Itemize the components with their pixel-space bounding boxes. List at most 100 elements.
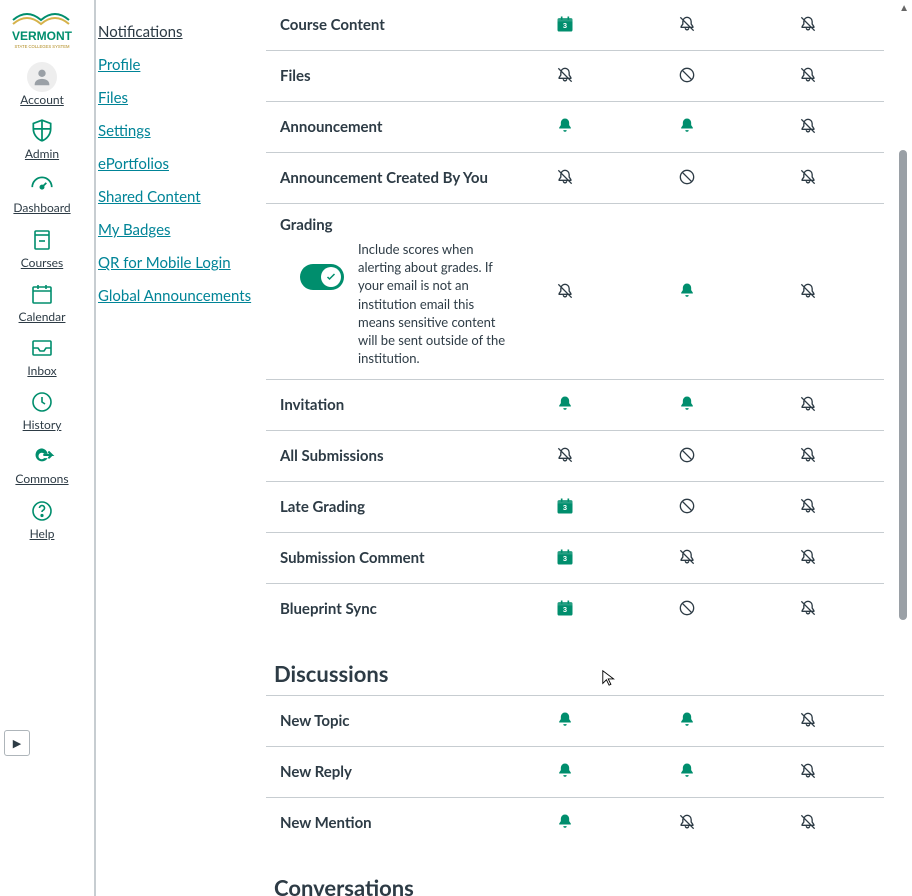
nav-account[interactable]: Account [0,56,84,110]
blocked-icon[interactable] [675,494,699,518]
nav-courses[interactable]: Courses [0,219,84,273]
include-scores-toggle[interactable] [300,264,344,290]
table-row: Invitation [266,380,884,431]
nav-dashboard[interactable]: Dashboard [0,164,84,218]
bell-on-icon[interactable] [675,708,699,732]
chevron-right-icon: ▶ [13,737,21,750]
calendar-daily-icon[interactable]: 3 [553,12,577,36]
nav-calendar-label: Calendar [19,310,66,323]
row-label: Course Content [266,0,519,51]
svg-text:VERMONT: VERMONT [12,29,73,43]
svg-text:3: 3 [563,21,567,30]
calendar-daily-icon[interactable]: 3 [553,494,577,518]
nav-admin[interactable]: Admin [0,110,84,164]
tab-shared-content[interactable]: Shared Content [98,188,201,206]
table-row: All Submissions [266,431,884,482]
bell-on-icon[interactable] [553,708,577,732]
bell-off-icon[interactable] [675,810,699,834]
bell-off-icon[interactable] [796,759,820,783]
bell-off-icon[interactable] [796,63,820,87]
row-label: Announcement [266,102,519,153]
bell-on-icon[interactable] [553,759,577,783]
bell-off-icon[interactable] [796,443,820,467]
bell-off-icon[interactable] [553,279,577,303]
table-row: Blueprint Sync 3 [266,584,884,635]
tab-global-announcements[interactable]: Global Announcements [98,287,251,305]
nav-help-label: Help [30,527,55,540]
shield-icon [27,116,57,146]
row-label: Announcement Created By You [266,153,519,204]
bell-on-icon[interactable] [553,810,577,834]
svg-text:3: 3 [563,554,567,563]
tab-profile[interactable]: Profile [98,56,140,74]
nav-help[interactable]: Help [0,490,84,544]
content-area: Course Content 3 FilesAnnouncementAnnounce… [266,0,912,896]
bell-off-icon[interactable] [675,545,699,569]
blocked-icon[interactable] [675,443,699,467]
scrollbar[interactable]: ▲ [896,0,910,896]
svg-text:STATE COLLEGES SYSTEM: STATE COLLEGES SYSTEM [15,44,71,49]
bell-off-icon[interactable] [796,114,820,138]
nav-calendar[interactable]: Calendar [0,273,84,327]
collapse-toggle[interactable]: ▶ [4,730,30,756]
bell-off-icon[interactable] [796,165,820,189]
bell-on-icon[interactable] [553,392,577,416]
tab-eportfolios[interactable]: ePortfolios [98,155,169,173]
blocked-icon[interactable] [675,165,699,189]
table-row: Course Content 3 [266,0,884,51]
bell-off-icon[interactable] [675,12,699,36]
bell-off-icon[interactable] [796,545,820,569]
scroll-up-icon: ▲ [899,2,909,14]
tab-settings[interactable]: Settings [98,122,151,140]
grading-description: Include scores when alerting about grade… [358,240,513,367]
avatar-icon [27,62,57,92]
nav-commons[interactable]: Commons [0,435,84,489]
section-title: Conversations [274,874,884,896]
tab-my-badges[interactable]: My Badges [98,221,171,239]
bell-off-icon[interactable] [796,392,820,416]
bell-off-icon[interactable] [796,596,820,620]
calendar-daily-icon[interactable]: 3 [553,545,577,569]
svg-text:3: 3 [563,503,567,512]
bell-on-icon[interactable] [553,114,577,138]
row-label: GradingInclude scores when alerting abou… [266,204,519,380]
gauge-icon [27,170,57,200]
table-row: GradingInclude scores when alerting abou… [266,204,884,380]
bell-on-icon[interactable] [675,279,699,303]
nav-inbox-label: Inbox [27,364,56,377]
bell-off-icon[interactable] [796,12,820,36]
bell-off-icon[interactable] [553,443,577,467]
calendar-icon [27,279,57,309]
bell-off-icon[interactable] [796,810,820,834]
table-row: Announcement [266,102,884,153]
logo: VERMONT STATE COLLEGES SYSTEM [6,6,78,56]
blocked-icon[interactable] [675,596,699,620]
tab-notifications[interactable]: Notifications [98,23,183,41]
section-header-row: Discussions [266,634,884,696]
table-row: New Mention [266,798,884,849]
bell-off-icon[interactable] [796,494,820,518]
nav-courses-label: Courses [21,256,63,269]
nav-history[interactable]: History [0,381,84,435]
bell-off-icon[interactable] [553,63,577,87]
tab-files[interactable]: Files [98,89,128,107]
bell-off-icon[interactable] [796,279,820,303]
scrollbar-thumb[interactable] [899,150,907,620]
tab-qr[interactable]: QR for Mobile Login [98,254,231,272]
table-row: Late Grading3 [266,482,884,533]
row-label: Invitation [266,380,519,431]
blocked-icon[interactable] [675,63,699,87]
bell-on-icon[interactable] [675,392,699,416]
bell-on-icon[interactable] [675,114,699,138]
calendar-daily-icon[interactable]: 3 [553,596,577,620]
nav-dashboard-label: Dashboard [13,201,70,214]
nav-admin-label: Admin [25,147,59,160]
bell-off-icon[interactable] [553,165,577,189]
bell-off-icon[interactable] [796,708,820,732]
bell-on-icon[interactable] [675,759,699,783]
clock-icon [27,387,57,417]
row-label: Blueprint Sync [266,584,519,635]
commons-icon [27,441,57,471]
nav-inbox[interactable]: Inbox [0,327,84,381]
row-label: Files [266,51,519,102]
